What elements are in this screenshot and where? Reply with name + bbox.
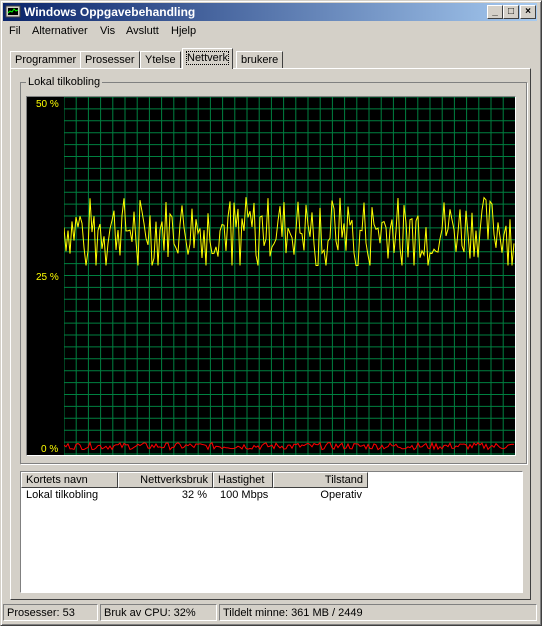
tab-programmer[interactable]: Programmer bbox=[10, 51, 82, 68]
minimize-icon: _ bbox=[492, 6, 498, 17]
minimize-button[interactable]: _ bbox=[487, 5, 503, 19]
close-icon: × bbox=[525, 6, 531, 17]
tab-prosesser[interactable]: Prosesser bbox=[80, 51, 140, 68]
column-header-network-usage-label: Nettverksbruk bbox=[140, 474, 208, 486]
graph-plot-area bbox=[64, 97, 515, 455]
menu-alternativer[interactable]: Alternativer bbox=[32, 25, 88, 37]
tab-nettverk-label: Nettverk bbox=[186, 51, 229, 65]
tab-nettverk[interactable]: Nettverk bbox=[182, 48, 233, 69]
tab-prosesser-label: Prosesser bbox=[85, 54, 135, 66]
status-processes-text: Prosesser: 53 bbox=[7, 607, 75, 619]
tab-strip: Programmer Prosesser Ytelse Nettverk bru… bbox=[10, 48, 530, 70]
close-button[interactable]: × bbox=[520, 5, 536, 19]
column-header-state[interactable]: Tilstand bbox=[273, 472, 368, 488]
status-cpu: Bruk av CPU: 32% bbox=[100, 604, 217, 621]
tab-brukere[interactable]: brukere bbox=[236, 51, 284, 68]
menu-hjelp[interactable]: Hjelp bbox=[171, 25, 196, 37]
task-manager-icon bbox=[5, 5, 21, 18]
cell-speed: 100 Mbps bbox=[220, 489, 269, 501]
maximize-icon: □ bbox=[507, 6, 515, 17]
title-bar[interactable]: Windows Oppgavebehandling _ □ × bbox=[3, 3, 537, 21]
menu-avslutt[interactable]: Avslutt bbox=[126, 25, 159, 37]
cell-adapter-name: Lokal tilkobling bbox=[26, 489, 99, 501]
tab-ytelse[interactable]: Ytelse bbox=[140, 51, 181, 68]
tab-programmer-label: Programmer bbox=[15, 54, 77, 66]
column-header-network-usage[interactable]: Nettverksbruk bbox=[118, 472, 213, 488]
y-label-bottom: 0 % bbox=[41, 444, 59, 455]
column-header-speed-label: Hastighet bbox=[218, 474, 265, 486]
column-header-state-label: Tilstand bbox=[324, 474, 363, 486]
status-cpu-text: Bruk av CPU: 32% bbox=[104, 607, 196, 619]
cell-network-usage: 32 % bbox=[181, 489, 207, 501]
menu-vis[interactable]: Vis bbox=[100, 25, 115, 37]
series-line-total bbox=[64, 196, 515, 266]
menu-fil[interactable]: Fil bbox=[9, 25, 21, 37]
series-line-secondary bbox=[64, 441, 515, 451]
column-header-adapter-name[interactable]: Kortets navn bbox=[21, 472, 118, 488]
network-graph: 50 % 25 % 0 % bbox=[26, 96, 516, 456]
status-processes: Prosesser: 53 bbox=[3, 604, 98, 621]
graph-group-label: Lokal tilkobling bbox=[26, 76, 103, 88]
status-memory-text: Tildelt minne: 361 MB / 2449 bbox=[223, 607, 363, 619]
y-label-mid: 25 % bbox=[36, 272, 59, 283]
y-label-top: 50 % bbox=[36, 99, 59, 110]
status-memory: Tildelt minne: 361 MB / 2449 bbox=[219, 604, 537, 621]
window-title: Windows Oppgavebehandling bbox=[24, 5, 196, 19]
cell-state: Operativ bbox=[320, 489, 362, 501]
status-bar: Prosesser: 53 Bruk av CPU: 32% Tildelt m… bbox=[3, 603, 537, 622]
maximize-button[interactable]: □ bbox=[503, 5, 519, 19]
menu-bar: Fil Alternativer Vis Avslutt Hjelp bbox=[3, 22, 537, 41]
column-header-adapter-name-label: Kortets navn bbox=[26, 474, 88, 486]
tab-brukere-label: brukere bbox=[241, 54, 279, 66]
column-header-speed[interactable]: Hastighet bbox=[213, 472, 273, 488]
tab-ytelse-label: Ytelse bbox=[145, 54, 176, 66]
adapter-list[interactable]: Kortets navn Nettverksbruk Hastighet Til… bbox=[20, 471, 523, 593]
